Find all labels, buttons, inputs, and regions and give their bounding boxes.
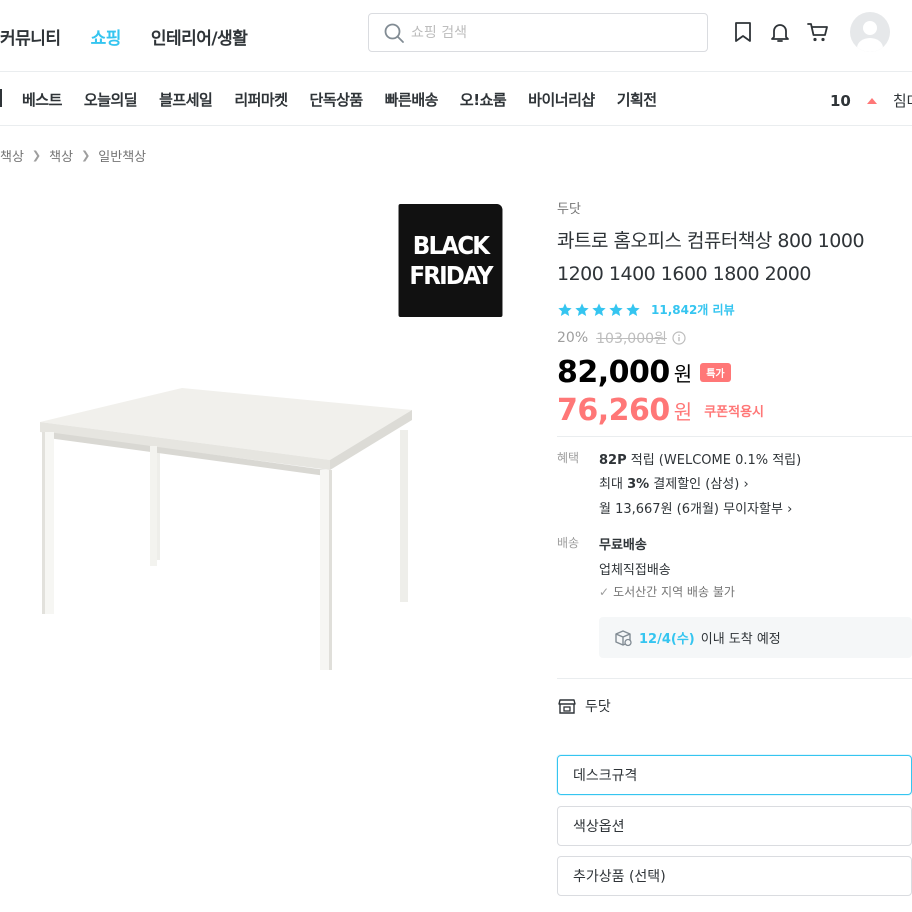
category-exclusive[interactable]: 단독상품 — [310, 89, 364, 110]
info-icon[interactable] — [672, 331, 686, 345]
search-input[interactable] — [411, 17, 691, 48]
price-unit: 원 — [673, 361, 693, 386]
category-nav: 베스트 오늘의딜 블프세일 리퍼마켓 단독상품 빠른배송 오!쇼룸 바이너리샵 … — [0, 89, 657, 110]
discount-rate: 20% — [557, 330, 589, 346]
nav-shopping[interactable]: 쇼핑 — [91, 24, 122, 49]
check-icon: ✓ — [599, 585, 610, 599]
store-name: 두닷 — [585, 699, 611, 715]
star-icon — [558, 302, 572, 316]
coupon-price-row[interactable]: 76,260 원 쿠폰적용시 — [557, 392, 912, 428]
breadcrumb: 책상 ❯ 책상 ❯ 일반책상 — [0, 146, 146, 165]
shipping-restriction: 도서산간 지역 배송 불가 — [613, 585, 735, 599]
search-box[interactable] — [368, 13, 708, 52]
arrival-date: 12/4(수) — [639, 632, 695, 647]
color-option-select[interactable]: 색상옵션 — [557, 806, 912, 846]
shipping-method: 업체직접배송 — [599, 563, 671, 578]
coupon-label: 쿠폰적용시 — [704, 404, 764, 420]
main-nav: 커뮤니티 쇼핑 인테리어/생활 — [0, 24, 248, 49]
badge-line-2: FRIDAY — [409, 260, 493, 290]
star-icon — [626, 302, 640, 316]
shipping-type-line: 무료배송 — [599, 534, 647, 553]
star-icon — [609, 302, 623, 316]
category-bar: 베스트 오늘의딜 블프세일 리퍼마켓 단독상품 빠른배송 오!쇼룸 바이너리샵 … — [0, 73, 912, 126]
bell-icon[interactable] — [768, 20, 792, 44]
discount-row: 20% 103,000원 — [557, 328, 912, 348]
shipping-label: 배송 — [557, 536, 580, 550]
product-info: 두닷 콰트로 홈오피스 컴퓨터책상 800 1000 1200 1400 160… — [557, 198, 912, 428]
breadcrumb-item[interactable]: 책상 — [0, 146, 24, 165]
category-refurb-market[interactable]: 리퍼마켓 — [234, 89, 288, 110]
installment-line[interactable]: 월 13,667원 (6개월) 무이자할부 › — [599, 498, 792, 517]
coupon-price-unit: 원 — [673, 399, 693, 424]
divider — [557, 436, 912, 437]
ranking-keyword: 침대 — [892, 92, 912, 110]
card-text: 결제할인 (삼성) › — [649, 477, 749, 492]
bookmark-icon[interactable] — [731, 20, 755, 44]
shipping-type: 무료배송 — [599, 538, 647, 553]
category-black-friday[interactable]: 블프세일 — [159, 89, 213, 110]
product-image-desk[interactable] — [30, 380, 430, 680]
card-rate: 3% — [627, 477, 650, 492]
star-icon — [592, 302, 606, 316]
search-icon — [383, 22, 405, 44]
shipping-restriction-line: ✓ 도서산간 지역 배송 불가 — [599, 583, 735, 600]
points-line: 82P 적립 (WELCOME 0.1% 적립) — [599, 449, 801, 468]
points-amount: 82P — [599, 453, 627, 468]
nav-interior-life[interactable]: 인테리어/생활 — [151, 24, 248, 49]
category-best[interactable]: 베스트 — [22, 89, 62, 110]
card-prefix: 최대 — [599, 477, 628, 492]
rating-summary[interactable]: 11,842개 리뷰 — [557, 301, 912, 318]
coupon-price: 76,260 — [557, 392, 670, 428]
category-fast-delivery[interactable]: 빠른배송 — [385, 89, 439, 110]
nav-divider — [0, 89, 2, 107]
chevron-right-icon: ❯ — [31, 149, 42, 162]
category-promotions[interactable]: 기획전 — [617, 89, 657, 110]
trending-ranking[interactable]: 10 침대 — [830, 90, 912, 111]
star-icon — [575, 302, 589, 316]
special-badge: 특가 — [700, 362, 731, 382]
desk-size-select[interactable]: 데스크규격 — [557, 755, 912, 795]
product-title: 콰트로 홈오피스 컴퓨터책상 800 1000 1200 1400 1600 1… — [557, 230, 865, 285]
rating-stars — [557, 302, 641, 318]
category-binary-shop[interactable]: 바이너리샵 — [528, 89, 595, 110]
points-text: 적립 (WELCOME 0.1% 적립) — [626, 453, 802, 468]
cart-icon[interactable] — [806, 20, 830, 44]
price-row: 82,000 원 특가 — [557, 354, 912, 390]
rank-up-icon — [866, 97, 877, 104]
category-showroom[interactable]: 오!쇼룸 — [460, 89, 507, 110]
chevron-right-icon: ❯ — [81, 149, 91, 162]
store-link[interactable]: 두닷 — [557, 696, 611, 716]
breadcrumb-item[interactable]: 일반책상 — [98, 146, 146, 165]
sale-price: 82,000 — [557, 354, 670, 390]
original-price: 103,000원 — [596, 331, 667, 347]
arrival-text: 이내 도착 예정 — [700, 632, 781, 647]
category-todays-deal[interactable]: 오늘의딜 — [84, 89, 138, 110]
delivery-box-icon — [613, 628, 633, 648]
breadcrumb-item[interactable]: 책상 — [49, 146, 73, 165]
card-discount-line[interactable]: 최대 3% 결제할인 (삼성) › — [599, 473, 749, 492]
nav-community[interactable]: 커뮤니티 — [0, 24, 61, 49]
badge-line-1: BLACK — [412, 230, 490, 260]
arrival-estimate: 12/4(수) 이내 도착 예정 — [599, 617, 912, 658]
avatar[interactable] — [850, 12, 890, 52]
additional-product-select[interactable]: 추가상품 (선택) — [557, 856, 912, 896]
black-friday-badge: BLACK FRIDAY — [398, 204, 503, 317]
benefit-label: 혜택 — [557, 451, 580, 465]
ranking-number: 10 — [830, 91, 851, 110]
store-icon — [557, 696, 577, 716]
divider — [557, 678, 912, 679]
brand-name[interactable]: 두닷 — [557, 198, 912, 217]
top-header: 커뮤니티 쇼핑 인테리어/생활 — [0, 0, 912, 72]
review-count[interactable]: 11,842개 리뷰 — [651, 301, 735, 318]
